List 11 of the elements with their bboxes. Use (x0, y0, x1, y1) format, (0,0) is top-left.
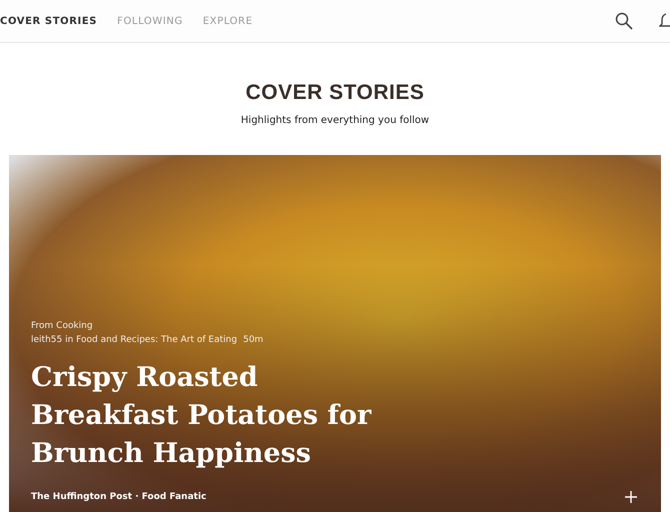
story-author: leith55 in Food and Recipes: The Art of Eating (31, 335, 238, 345)
story-source: From Cooking (31, 321, 94, 331)
page-title: COVER STORIES (246, 81, 424, 105)
plus-icon[interactable] (625, 491, 637, 503)
nav-tab[interactable]: COVER STORIES (0, 16, 98, 26)
search-icon[interactable] (615, 12, 633, 30)
story-title[interactable]: Crispy Roasted Breakfast Potatoes for Brunch Happiness (31, 359, 401, 473)
story-photo-card[interactable]: From Cooking leith55 in Food and Recipes: The Art of Eating 50m Crispy Roasted Breakfast Potatoes for Brunch Happiness The Huffington Post · Food Fanatic (9, 155, 661, 512)
story-publisher: The Huffington Post · Food Fanatic (31, 492, 206, 502)
story-time: 50m (243, 335, 264, 345)
page-subtitle: Highlights from everything you follow (240, 115, 430, 126)
